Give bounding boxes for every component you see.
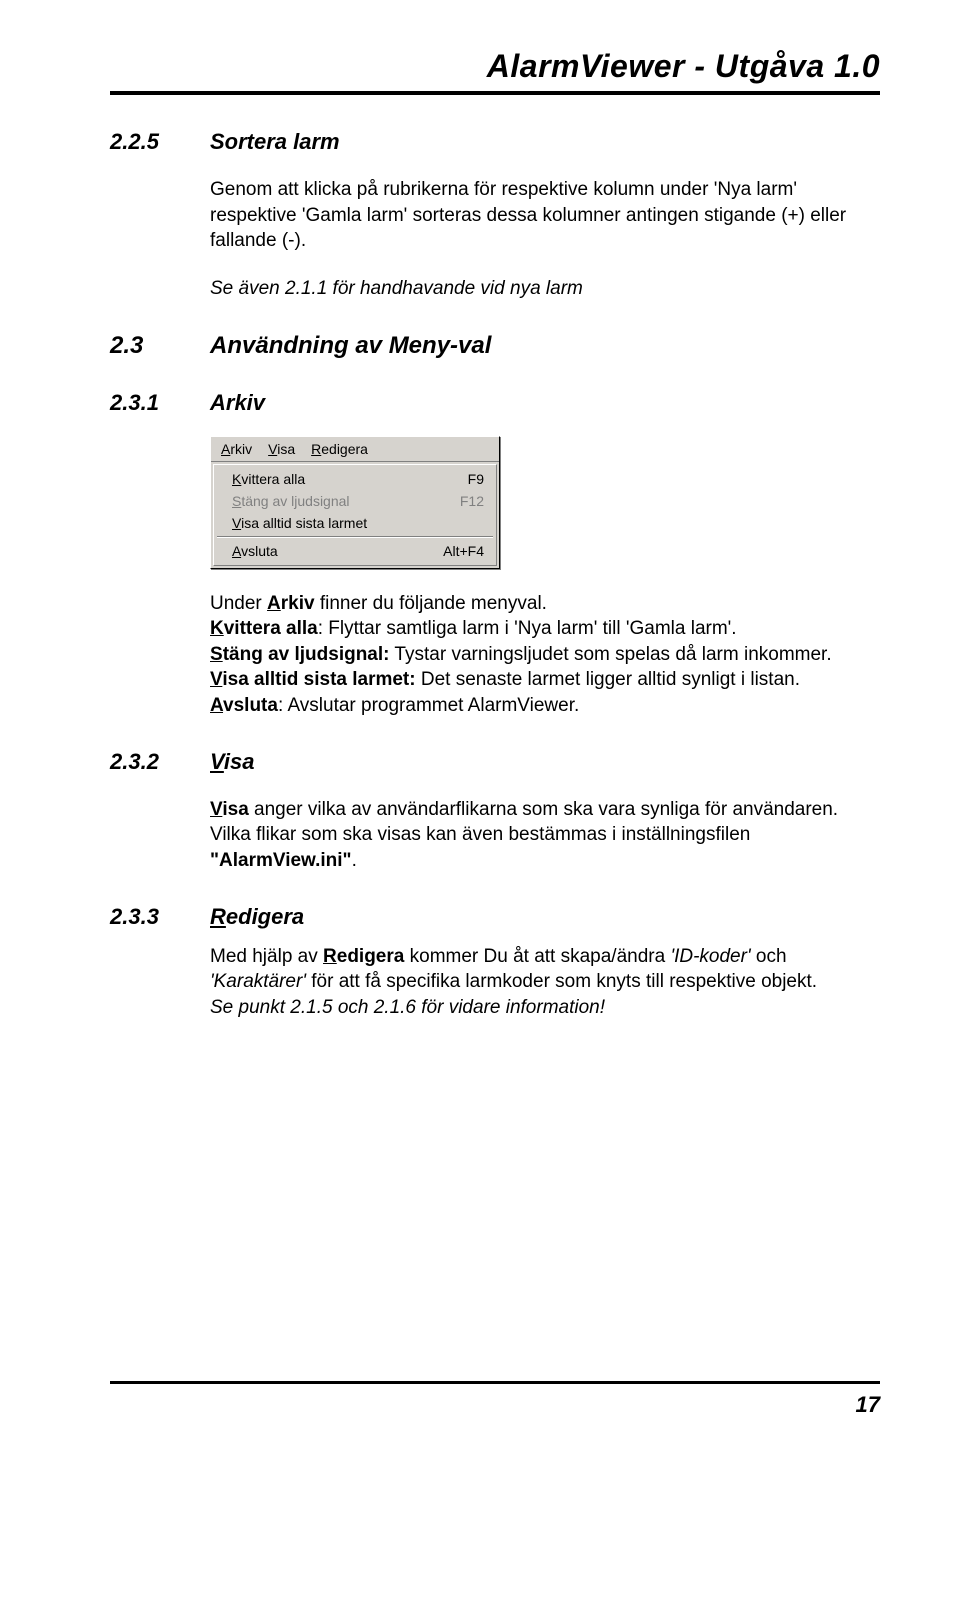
menu-label-rest: isa: [277, 441, 295, 457]
menubar: Arkiv Visa Redigera: [211, 437, 499, 462]
paragraph: Genom att klicka på rubrikerna för respe…: [210, 177, 880, 254]
text: rkiv: [281, 593, 315, 614]
section-2-3-1-heading: 2.3.1 Arkiv: [110, 390, 880, 416]
menu-visa[interactable]: Visa: [262, 439, 305, 459]
menu-label-rest: edigera: [321, 441, 368, 457]
section-title: Visa: [210, 749, 254, 775]
section-number: 2.3: [110, 332, 210, 360]
paragraph: Avsluta: Avslutar programmet AlarmViewer…: [210, 693, 880, 719]
section-title: Redigera: [210, 904, 304, 930]
mnemonic: K: [210, 618, 224, 639]
divider-bottom: [110, 1381, 880, 1384]
menu-item-stang-ljudsignal: Stäng av ljudsignal F12: [214, 490, 496, 512]
section-2-2-5-body: Genom att klicka på rubrikerna för respe…: [210, 177, 880, 302]
section-2-3-3-body: Med hjälp av Redigera kommer Du åt att s…: [210, 944, 880, 1021]
mnemonic: R: [323, 946, 337, 967]
text: isa alltid sista larmet:: [222, 669, 415, 690]
menu-item-label-rest: vittera alla: [241, 471, 305, 487]
paragraph: Visa anger vilka av användarflikarna som…: [210, 797, 880, 874]
see-also: Se även 2.1.1 för handhavande vid nya la…: [210, 276, 880, 302]
mnemonic: R: [311, 441, 321, 457]
mnemonic: A: [232, 543, 241, 559]
mnemonic: R: [210, 904, 226, 929]
section-title: Sortera larm: [210, 129, 340, 155]
text: Det senaste larmet ligger alltid synligt…: [416, 669, 800, 690]
mnemonic: V: [210, 799, 222, 820]
section-2-3-1-body: Under Arkiv finner du följande menyval. …: [210, 591, 880, 719]
menu-item-visa-sista-larmet[interactable]: Visa alltid sista larmet: [214, 512, 496, 534]
text: edigera: [226, 904, 304, 929]
term: 'Karaktärer': [210, 971, 306, 992]
text: täng av ljudsignal:: [223, 644, 390, 665]
text: edigera: [337, 946, 405, 967]
text: vittera alla: [224, 618, 318, 639]
section-number: 2.3.3: [110, 904, 210, 930]
menu-item-shortcut: Alt+F4: [419, 543, 484, 559]
mnemonic: A: [210, 695, 223, 716]
paragraph: Visa alltid sista larmet: Det senaste la…: [210, 667, 880, 693]
dropdown: Kvittera alla F9 Stäng av ljudsignal F12…: [211, 462, 499, 568]
paragraph: Med hjälp av Redigera kommer Du åt att s…: [210, 944, 880, 995]
mnemonic: V: [232, 515, 241, 531]
text: isa: [222, 799, 248, 820]
section-2-3-heading: 2.3 Användning av Meny-val: [110, 332, 880, 360]
mnemonic: A: [221, 441, 230, 457]
section-title: Arkiv: [210, 390, 265, 416]
menu-window: Arkiv Visa Redigera Kvittera alla F9 Stä…: [210, 436, 500, 569]
paragraph: Kvittera alla: Flyttar samtliga larm i '…: [210, 616, 880, 642]
mnemonic: V: [268, 441, 277, 457]
section-number: 2.2.5: [110, 129, 210, 155]
section-2-3-2-body: Visa anger vilka av användarflikarna som…: [210, 797, 880, 874]
mnemonic: V: [210, 669, 222, 690]
doc-header-title: AlarmViewer - Utgåva 1.0: [110, 48, 880, 85]
divider-top: [110, 91, 880, 95]
section-number: 2.3.2: [110, 749, 210, 775]
text: : Avslutar programmet AlarmViewer.: [278, 695, 579, 716]
text: Tystar varningsljudet som spelas då larm…: [390, 644, 832, 665]
paragraph: Under Arkiv finner du följande menyval.: [210, 591, 880, 617]
section-number: 2.3.1: [110, 390, 210, 416]
text: Med hjälp av: [210, 946, 323, 967]
text: och: [751, 946, 787, 967]
text: vsluta: [223, 695, 278, 716]
filename: "AlarmView.ini": [210, 850, 352, 871]
menu-item-label-rest: täng av ljudsignal: [241, 493, 349, 509]
page-footer: 17: [110, 1381, 880, 1418]
menu-arkiv[interactable]: Arkiv: [215, 439, 262, 459]
menu-redigera[interactable]: Redigera: [305, 439, 378, 459]
mnemonic: S: [232, 493, 241, 509]
mnemonic: A: [267, 593, 281, 614]
menu-item-shortcut: F12: [436, 493, 484, 509]
text: kommer Du åt att skapa/ändra: [404, 946, 670, 967]
section-title: Användning av Meny-val: [210, 332, 491, 360]
text: anger vilka av användarflikarna som ska …: [210, 799, 838, 846]
mnemonic: S: [210, 644, 223, 665]
menu-item-shortcut: [460, 515, 484, 531]
text: isa: [224, 749, 255, 774]
section-2-3-3-heading: 2.3.3 Redigera: [110, 904, 880, 930]
menu-item-label-rest: vsluta: [241, 543, 278, 559]
text: finner du följande menyval.: [315, 593, 547, 614]
see-also: Se punkt 2.1.5 och 2.1.6 för vidare info…: [210, 995, 880, 1021]
term: 'ID-koder': [670, 946, 750, 967]
text: .: [352, 850, 357, 871]
mnemonic: K: [232, 471, 241, 487]
text: för att få specifika larmkoder som knyts…: [306, 971, 817, 992]
page-number: 17: [110, 1392, 880, 1418]
section-2-3-2-heading: 2.3.2 Visa: [110, 749, 880, 775]
menu-item-shortcut: F9: [444, 471, 484, 487]
paragraph: Stäng av ljudsignal: Tystar varningsljud…: [210, 642, 880, 668]
menu-label-rest: rkiv: [230, 441, 252, 457]
menu-item-label-rest: isa alltid sista larmet: [241, 515, 367, 531]
menu-separator: [217, 536, 493, 538]
menu-item-kvittera-alla[interactable]: Kvittera alla F9: [214, 468, 496, 490]
mnemonic: V: [210, 749, 224, 774]
text: Under: [210, 593, 267, 614]
text: : Flyttar samtliga larm i 'Nya larm' til…: [318, 618, 737, 639]
menu-screenshot: Arkiv Visa Redigera Kvittera alla F9 Stä…: [210, 436, 880, 569]
section-2-2-5-heading: 2.2.5 Sortera larm: [110, 129, 880, 155]
menu-item-avsluta[interactable]: Avsluta Alt+F4: [214, 540, 496, 562]
